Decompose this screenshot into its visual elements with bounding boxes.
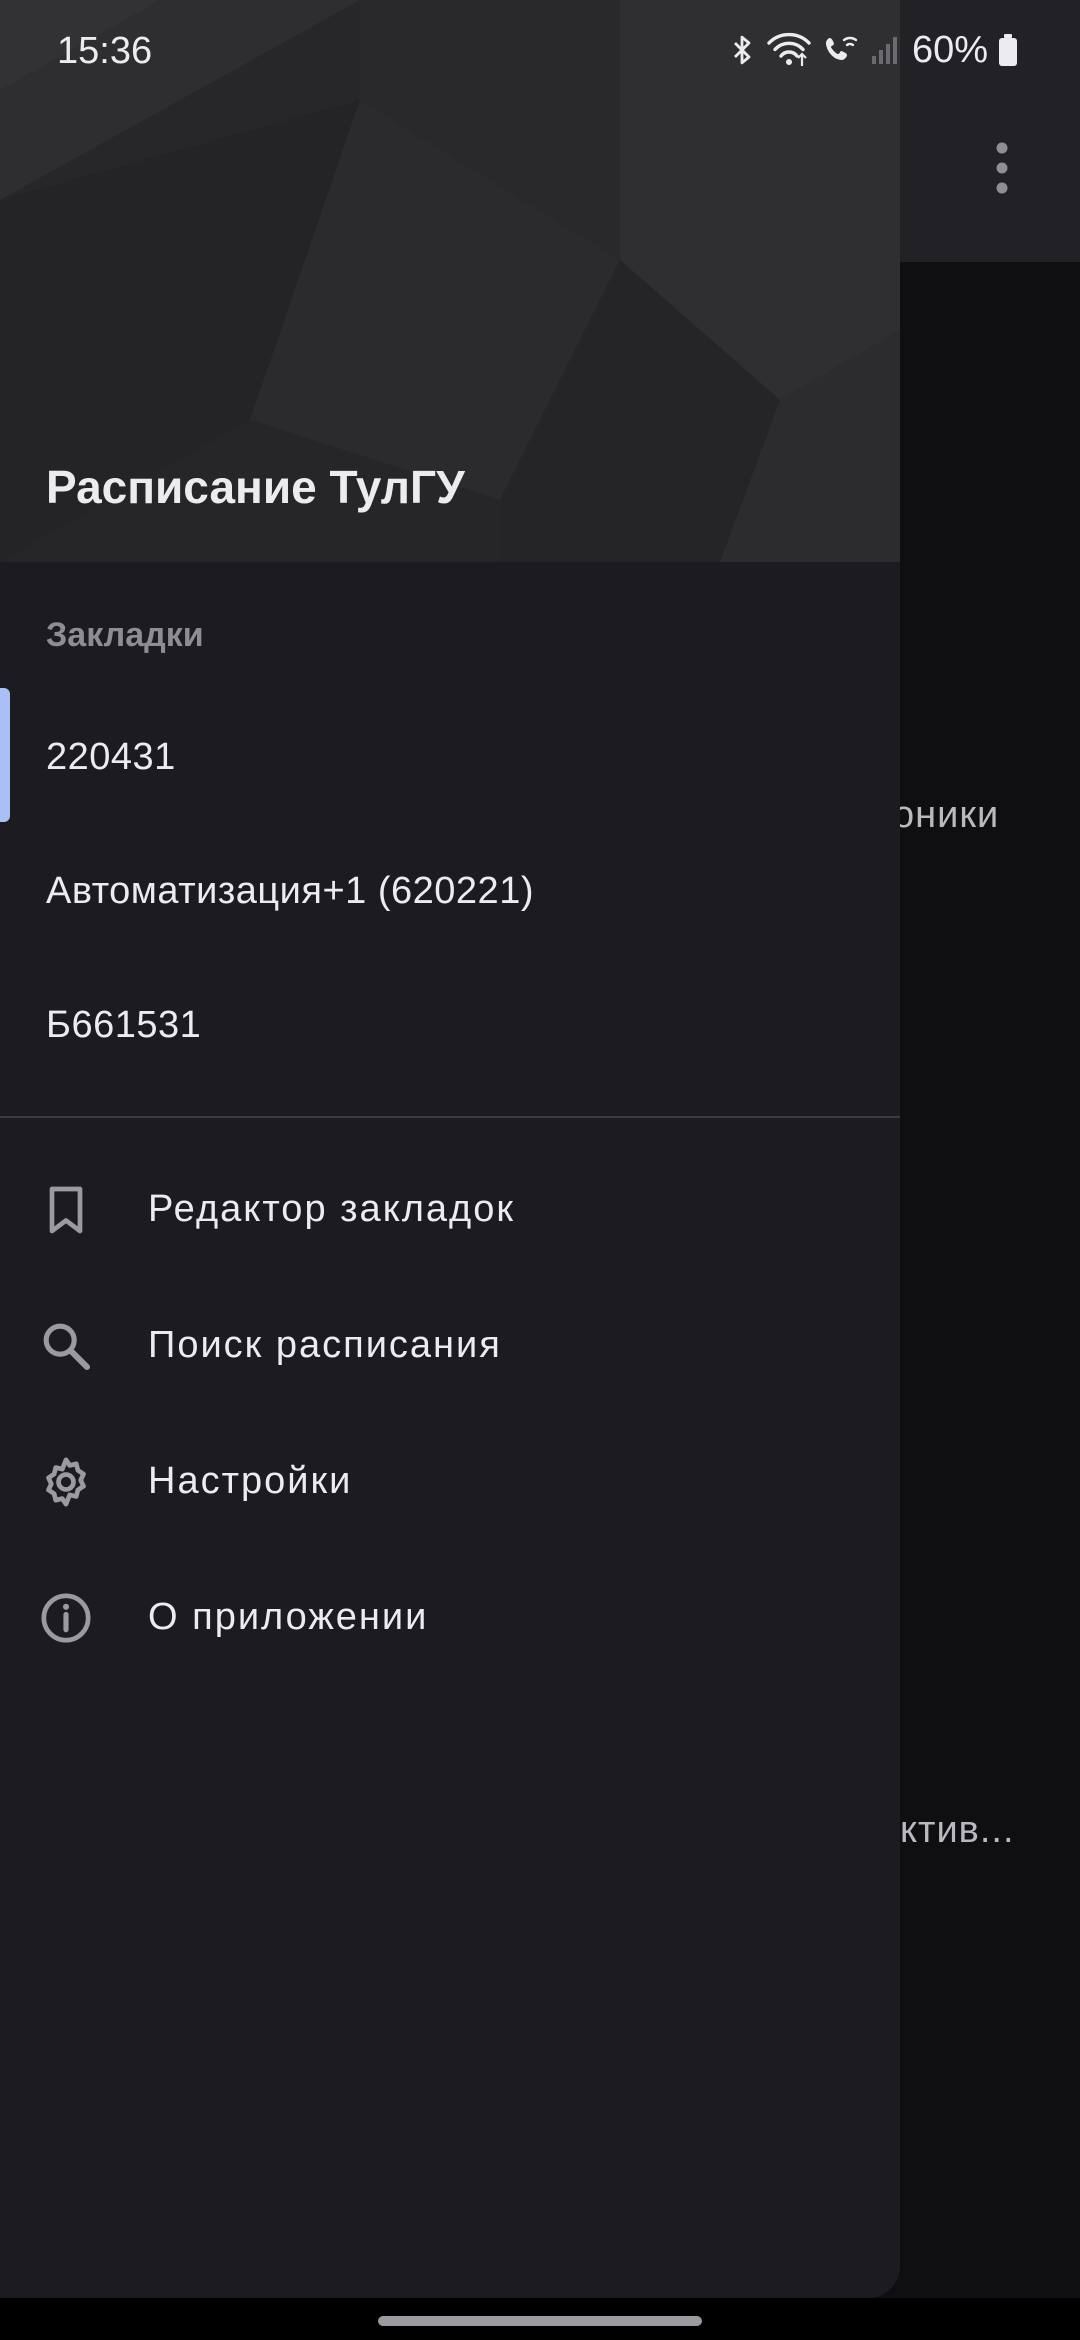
battery-percentage: 60% (912, 28, 989, 71)
menu-item-bookmark-editor[interactable]: Редактор закладок (0, 1142, 900, 1278)
status-time: 15:36 (57, 30, 153, 72)
menu-item-schedule-search[interactable]: Поиск расписания (0, 1278, 900, 1414)
background-partial-text: оники (893, 794, 1000, 836)
bookmark-label: Б661531 (46, 1004, 202, 1046)
bookmark-label: Автоматизация+1 (620221) (46, 870, 534, 912)
menu-item-label: Настройки (148, 1460, 353, 1502)
battery-icon (999, 34, 1018, 66)
menu-item-about[interactable]: О приложении (0, 1550, 900, 1686)
bluetooth-icon (734, 35, 751, 65)
drawer-divider (0, 1116, 900, 1118)
bookmark-icon (49, 1186, 83, 1234)
menu-item-label: О приложении (148, 1596, 429, 1638)
cellular-signal-icon (872, 37, 897, 64)
bookmarks-heading: Закладки (46, 616, 204, 654)
menu-item-label: Редактор закладок (148, 1188, 515, 1230)
more-vert-icon[interactable] (984, 138, 1020, 198)
search-icon (43, 1323, 91, 1371)
status-bar: 15:36 60% (0, 0, 1080, 100)
app-title: Расписание ТулГУ (46, 461, 465, 513)
menu-item-label: Поиск расписания (148, 1324, 502, 1366)
wifi-icon (767, 32, 811, 66)
bookmark-item[interactable]: Автоматизация+1 (620221) (0, 822, 900, 956)
bookmark-label: 220431 (46, 736, 176, 778)
wifi-calling-icon (826, 36, 858, 60)
status-icons: 60% (728, 28, 1018, 72)
menu-item-settings[interactable]: Настройки (0, 1414, 900, 1550)
bookmark-item[interactable]: Б661531 (0, 956, 900, 1090)
navigation-drawer: Расписание ТулГУ Закладки 220431 Автомат… (0, 0, 900, 2298)
background-partial-text: ктив... (900, 1809, 1015, 1851)
bookmark-item[interactable]: 220431 (0, 688, 900, 822)
gesture-handle[interactable] (378, 2316, 702, 2326)
gear-icon (46, 1457, 86, 1507)
info-icon (41, 1593, 91, 1643)
